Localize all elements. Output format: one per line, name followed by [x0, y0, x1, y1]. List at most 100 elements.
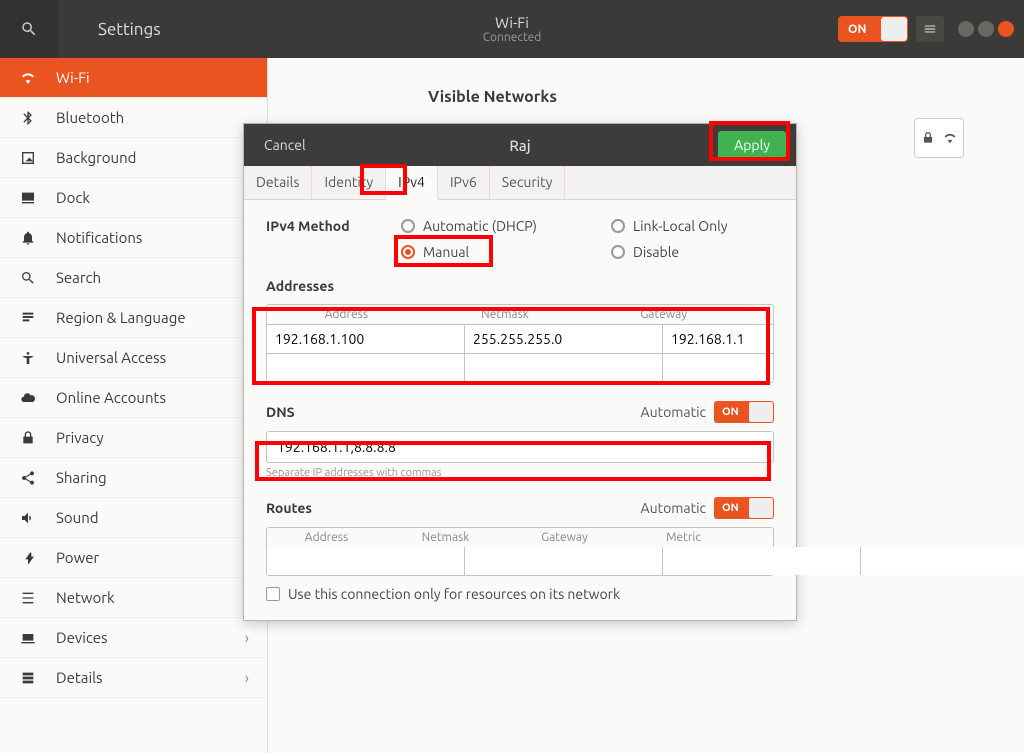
sidebar-label: Devices	[56, 629, 108, 646]
dialog-tabs: Details Identity IPv4 IPv6 Security	[244, 166, 796, 200]
resources-only-row[interactable]: Use this connection only for resources o…	[266, 586, 774, 602]
lock-icon	[921, 131, 935, 145]
col-address: Address	[267, 528, 386, 547]
dns-input[interactable]	[266, 431, 774, 463]
cloud-icon	[20, 390, 36, 406]
header-bar: Settings Wi-Fi Connected ON	[0, 0, 1024, 58]
settings-title: Settings	[98, 20, 161, 39]
sidebar-item-bluetooth[interactable]: Bluetooth	[0, 98, 267, 138]
wifi-toggle[interactable]: ON	[838, 16, 908, 42]
sidebar-label: Sound	[56, 509, 99, 526]
devices-icon	[20, 630, 36, 646]
sidebar-label: Wi-Fi	[56, 69, 90, 86]
sidebar-item-power[interactable]: Power	[0, 538, 267, 578]
hamburger-menu-button[interactable]	[916, 16, 944, 42]
settings-sidebar: Wi-Fi Bluetooth Background Dock Notifica…	[0, 58, 268, 753]
dns-heading: DNS	[266, 404, 295, 420]
sidebar-item-online-accounts[interactable]: Online Accounts	[0, 378, 267, 418]
sidebar-item-region[interactable]: Region & Language	[0, 298, 267, 338]
sidebar-item-search[interactable]: Search	[0, 258, 267, 298]
address-row	[267, 324, 773, 353]
col-gateway: Gateway	[505, 528, 624, 547]
ipv4-method-label: IPv4 Method	[266, 218, 401, 260]
sidebar-label: Network	[56, 589, 115, 606]
addresses-table: Address Netmask Gateway	[266, 304, 774, 383]
col-address: Address	[267, 305, 426, 324]
wifi-network-row[interactable]	[914, 118, 964, 158]
sidebar-item-wifi[interactable]: Wi-Fi	[0, 58, 267, 98]
address-input[interactable]	[267, 354, 465, 382]
details-icon	[20, 670, 36, 686]
region-icon	[20, 310, 36, 326]
sidebar-item-notifications[interactable]: Notifications	[0, 218, 267, 258]
sidebar-item-universal-access[interactable]: Universal Access	[0, 338, 267, 378]
resources-only-label: Use this connection only for resources o…	[288, 586, 620, 602]
radio-disable[interactable]: Disable	[611, 244, 728, 260]
minimize-button[interactable]	[958, 21, 974, 37]
privacy-icon	[20, 430, 36, 446]
sidebar-item-devices[interactable]: Devices›	[0, 618, 267, 658]
header-wifi-title: Wi-Fi	[483, 14, 542, 31]
sidebar-label: Region & Language	[56, 309, 186, 326]
sidebar-label: Background	[56, 149, 136, 166]
routes-automatic-label: Automatic	[641, 500, 706, 516]
chevron-right-icon: ›	[245, 669, 249, 686]
radio-link-local[interactable]: Link-Local Only	[611, 218, 728, 234]
bell-icon	[20, 230, 36, 246]
radio-automatic-dhcp[interactable]: Automatic (DHCP)	[401, 218, 611, 234]
sidebar-label: Online Accounts	[56, 389, 166, 406]
tab-ipv6[interactable]: IPv6	[438, 166, 490, 199]
resources-only-checkbox[interactable]	[266, 587, 280, 601]
radio-manual[interactable]: Manual	[401, 244, 611, 260]
power-icon	[20, 550, 36, 566]
close-button[interactable]	[998, 21, 1014, 37]
route-gateway-input[interactable]	[663, 547, 861, 575]
dns-automatic-toggle[interactable]: ON	[714, 401, 774, 423]
route-metric-input[interactable]	[861, 547, 1024, 575]
dns-hint: Separate IP addresses with commas	[266, 467, 774, 479]
gateway-input[interactable]	[663, 354, 774, 382]
sidebar-item-network[interactable]: Network	[0, 578, 267, 618]
sidebar-label: Universal Access	[56, 349, 166, 366]
routes-row-empty	[267, 547, 773, 575]
netmask-input[interactable]	[465, 325, 663, 353]
tab-ipv4[interactable]: IPv4	[386, 166, 438, 200]
sidebar-item-privacy[interactable]: Privacy	[0, 418, 267, 458]
dialog-header: Cancel Raj Apply	[244, 124, 796, 166]
hamburger-icon	[923, 22, 937, 36]
tab-identity[interactable]: Identity	[312, 166, 386, 199]
address-row-empty	[267, 353, 773, 382]
wifi-toggle-label: ON	[848, 23, 866, 36]
bluetooth-icon	[20, 110, 36, 126]
address-input[interactable]	[267, 325, 465, 353]
apply-button[interactable]: Apply	[718, 131, 786, 159]
header-wifi-subtitle: Connected	[483, 31, 542, 44]
tab-security[interactable]: Security	[490, 166, 566, 199]
netmask-input[interactable]	[465, 354, 663, 382]
wifi-toggle-knob	[881, 17, 907, 41]
col-metric: Metric	[624, 528, 743, 547]
sidebar-label: Privacy	[56, 429, 104, 446]
sidebar-item-details[interactable]: Details›	[0, 658, 267, 698]
dialog-body: IPv4 Method Automatic (DHCP) Link-Local …	[244, 200, 796, 620]
sidebar-item-sharing[interactable]: Sharing	[0, 458, 267, 498]
network-icon	[20, 590, 36, 606]
sidebar-item-dock[interactable]: Dock	[0, 178, 267, 218]
maximize-button[interactable]	[978, 21, 994, 37]
sidebar-item-sound[interactable]: Sound	[0, 498, 267, 538]
route-netmask-input[interactable]	[465, 547, 663, 575]
cancel-button[interactable]: Cancel	[254, 131, 316, 159]
col-gateway: Gateway	[584, 305, 743, 324]
route-address-input[interactable]	[267, 547, 465, 575]
sidebar-item-background[interactable]: Background	[0, 138, 267, 178]
background-icon	[20, 150, 36, 166]
routes-automatic-toggle[interactable]: ON	[714, 497, 774, 519]
addresses-heading: Addresses	[266, 278, 774, 294]
gateway-input[interactable]	[663, 325, 774, 353]
tab-details[interactable]: Details	[244, 166, 312, 199]
wifi-icon	[20, 70, 36, 86]
sidebar-label: Power	[56, 549, 99, 566]
search-icon-button[interactable]	[0, 0, 58, 58]
col-netmask: Netmask	[426, 305, 585, 324]
dialog-title: Raj	[509, 137, 530, 154]
